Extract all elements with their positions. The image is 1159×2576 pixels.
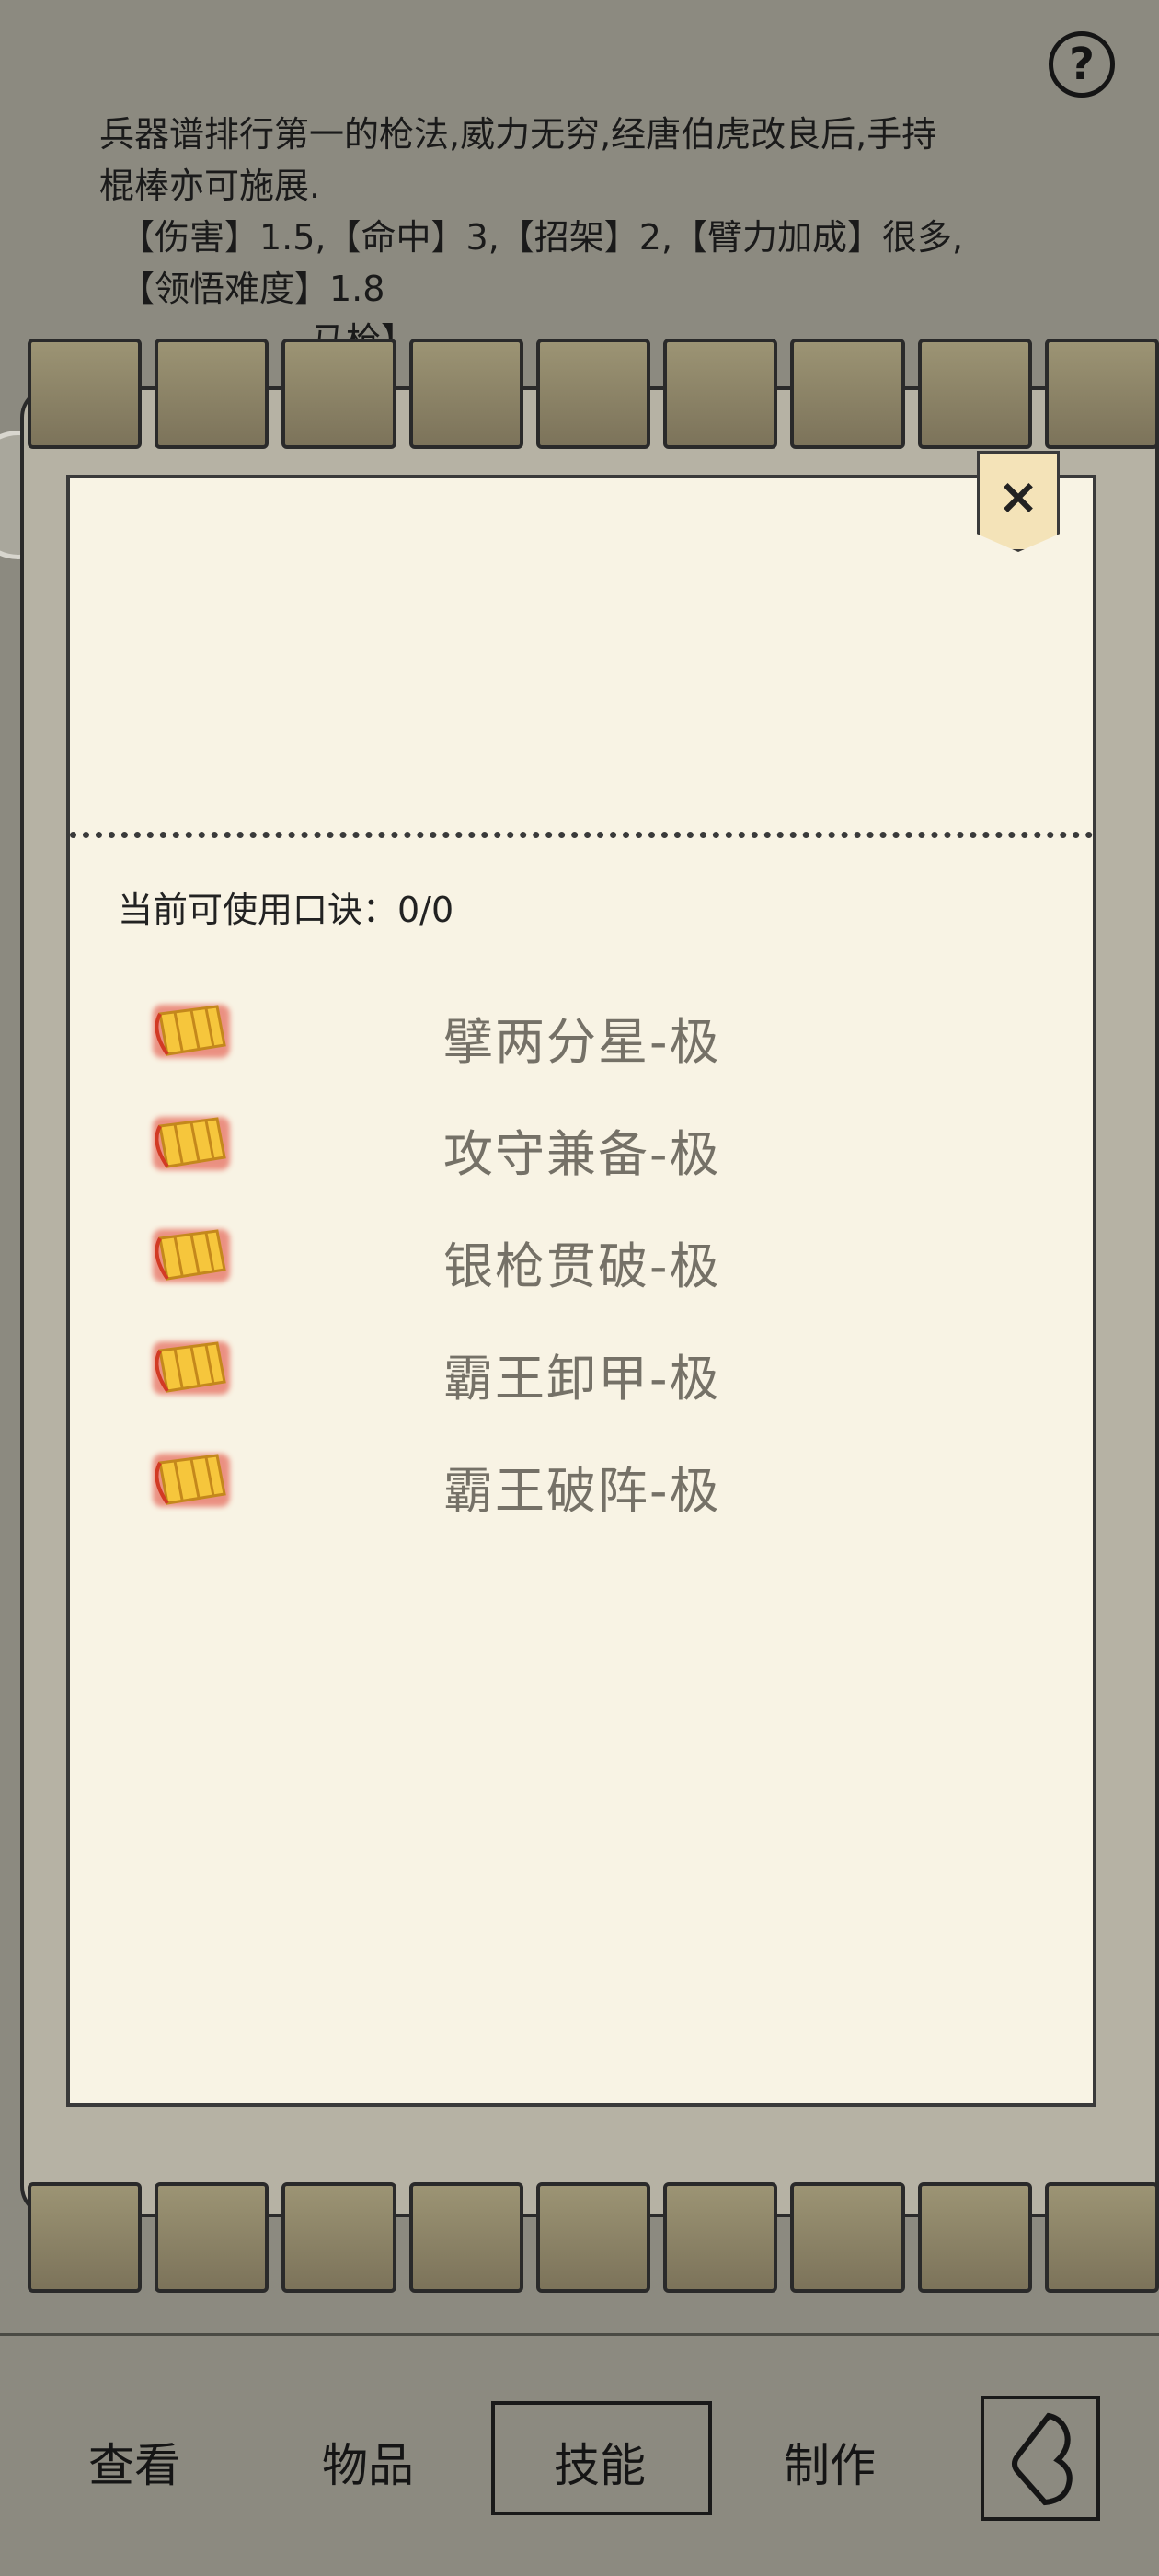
nav-items-tab[interactable]: 物品 (322, 2429, 414, 2495)
scroll-icon (153, 1229, 230, 1282)
mantra-name: 银枪贯破-极 (443, 1237, 721, 1295)
mantra-panel: 当前可使用口诀：0/0 擘两分星-极 攻守兼备-极 银枪贯破-极 霸王卸甲-极 … (66, 475, 1096, 2107)
description-line: 兵器谱排行第一的枪法,威力无穷,经唐伯虎改良后,手持 (99, 114, 937, 155)
nav-craft-tab[interactable]: 制作 (784, 2429, 876, 2495)
mantra-item[interactable]: 擘两分星-极 (70, 981, 1093, 1093)
mantra-item[interactable]: 霸王卸甲-极 (70, 1317, 1093, 1430)
back-arrow-icon (1012, 2412, 1073, 2506)
scroll-icon (153, 1005, 230, 1058)
nav-view-tab[interactable]: 查看 (88, 2429, 180, 2495)
mantra-name: 霸王卸甲-极 (443, 1350, 721, 1408)
scroll-icon (153, 1454, 230, 1507)
mantra-name: 攻守兼备-极 (443, 1125, 721, 1183)
mantra-item[interactable]: 攻守兼备-极 (70, 1093, 1093, 1205)
help-label: ? (1069, 39, 1095, 90)
dotted-divider (70, 832, 1093, 838)
nav-skills-tab[interactable]: 技能 (554, 2429, 646, 2495)
mantra-item[interactable]: 银枪贯破-极 (70, 1205, 1093, 1317)
mantra-item[interactable]: 霸王破阵-极 (70, 1430, 1093, 1542)
mantra-name: 霸王破阵-极 (443, 1462, 721, 1520)
skill-stats-line: 【伤害】1.5,【命中】3,【招架】2,【臂力加成】很多, (120, 217, 964, 258)
scroll-icon (153, 1117, 230, 1170)
mantra-name: 擘两分星-极 (443, 1013, 721, 1071)
available-mantra-count: 当前可使用口诀：0/0 (118, 890, 454, 930)
mantra-list: 擘两分星-极 攻守兼备-极 银枪贯破-极 霸王卸甲-极 霸王破阵-极 (70, 981, 1093, 1542)
skill-difficulty-line: 【领悟难度】1.8 (120, 269, 385, 309)
scroll-roll-bottom (28, 2182, 1159, 2293)
scroll-roll-top (28, 339, 1159, 449)
close-icon[interactable]: × (977, 454, 1060, 537)
panel-header-area (70, 478, 1093, 834)
scroll-icon (153, 1341, 230, 1395)
back-button[interactable] (981, 2396, 1100, 2521)
skill-description: 兵器谱排行第一的枪法,威力无穷,经唐伯虎改良后,手持 棍棒亦可施展. 【伤害】1… (99, 109, 1074, 366)
help-icon[interactable]: ? (1049, 31, 1115, 98)
nav-divider (0, 2333, 1159, 2336)
description-line: 棍棒亦可施展. (99, 166, 321, 206)
